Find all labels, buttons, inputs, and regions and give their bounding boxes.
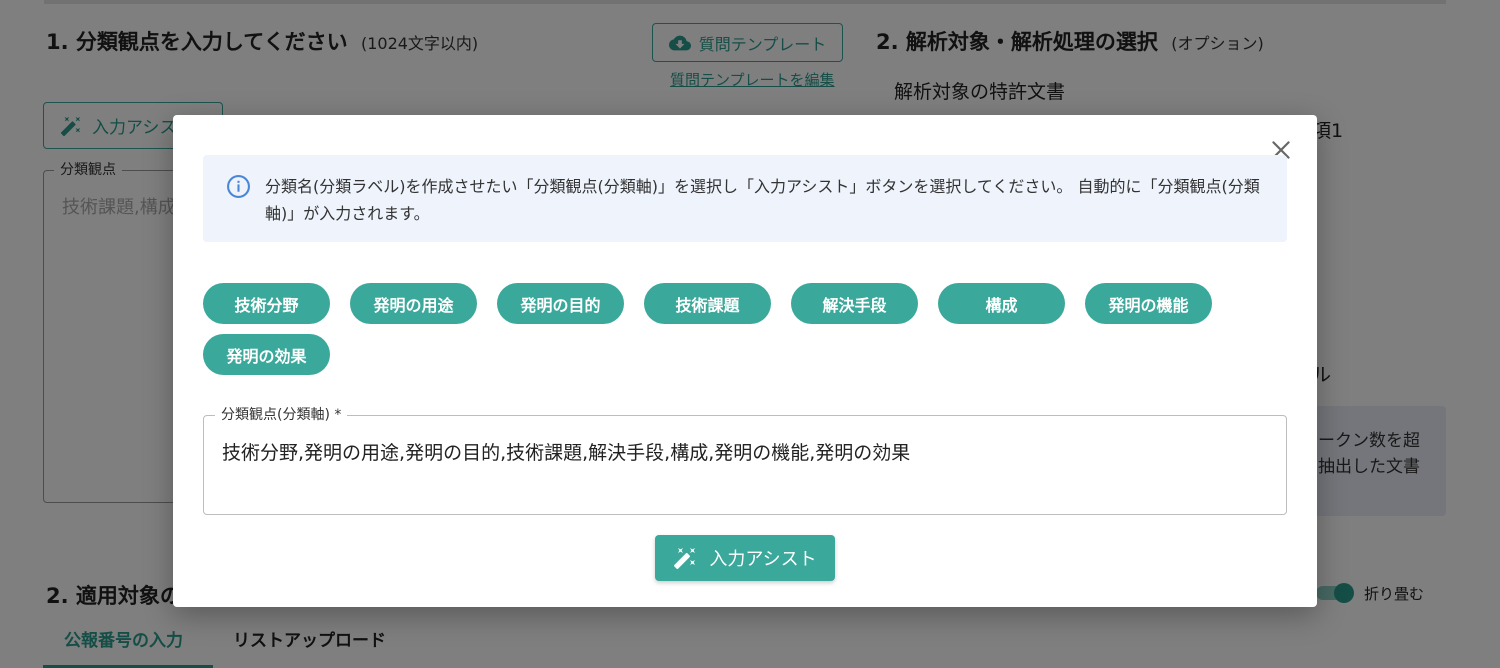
input-assist-label: 入力アシスト [709,549,817,570]
info-message: 分類名(分類ラベル)を作成させたい「分類観点(分類軸)」を選択し「入力アシスト」… [265,177,1260,223]
chip-invention-function[interactable]: 発明の機能 [1085,283,1212,324]
input-assist-button[interactable]: 入力アシスト [655,535,835,581]
viewpoint-chip-list: 技術分野 発明の用途 発明の目的 技術課題 解決手段 構成 発明の機能 発明の効… [203,283,1287,375]
chip-configuration[interactable]: 構成 [938,283,1065,324]
viewpoint-axis-label: 分類観点(分類軸) * [215,404,348,424]
chip-solution-means[interactable]: 解決手段 [791,283,918,324]
chip-invention-purpose[interactable]: 発明の目的 [497,283,624,324]
magic-wand-icon [674,548,696,570]
chip-technical-problem[interactable]: 技術課題 [644,283,771,324]
info-alert: 分類名(分類ラベル)を作成させたい「分類観点(分類軸)」を選択し「入力アシスト」… [203,155,1287,242]
info-icon [227,175,250,198]
chip-invention-effect[interactable]: 発明の効果 [203,334,330,375]
viewpoint-axis-value: 技術分野,発明の用途,発明の目的,技術課題,解決手段,構成,発明の機能,発明の効… [222,442,911,464]
chip-technical-field[interactable]: 技術分野 [203,283,330,324]
input-assist-dialog: 分類名(分類ラベル)を作成させたい「分類観点(分類軸)」を選択し「入力アシスト」… [173,115,1317,607]
viewpoint-axis-input[interactable]: 技術分野,発明の用途,発明の目的,技術課題,解決手段,構成,発明の機能,発明の効… [203,415,1287,515]
chip-invention-use[interactable]: 発明の用途 [350,283,477,324]
